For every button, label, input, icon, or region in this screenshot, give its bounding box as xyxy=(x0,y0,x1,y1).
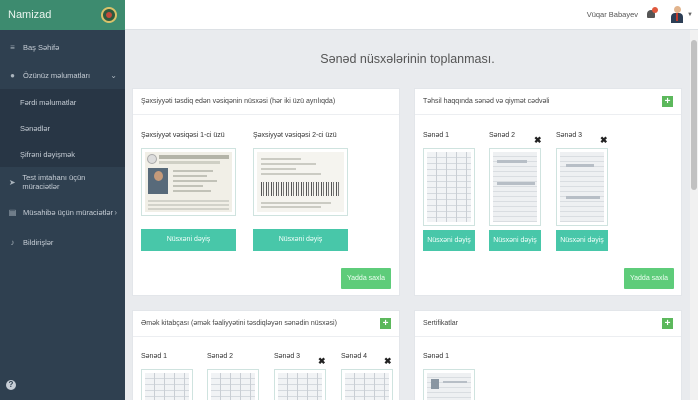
scrollbar-thumb[interactable] xyxy=(691,40,697,190)
help-icon[interactable]: ? xyxy=(6,380,16,390)
page-scrollbar[interactable] xyxy=(690,30,698,400)
change-document-button[interactable]: Nüsxəni dəyiş xyxy=(556,230,608,251)
panel-title: Sertifikatlar xyxy=(415,311,681,337)
bars-icon: ≡ xyxy=(10,42,15,52)
caret-down-icon[interactable]: ▼ xyxy=(687,12,693,18)
id-front-thumbnail[interactable] xyxy=(141,148,236,216)
document-label: Sənəd 1 xyxy=(141,353,168,360)
labor-book-scan-image xyxy=(211,373,255,400)
user-name[interactable]: Vüqar Babayev xyxy=(587,10,638,19)
document-label: Sənəd 2 xyxy=(207,353,234,360)
add-document-button[interactable]: + xyxy=(380,318,391,329)
sidebar-header: Namizad xyxy=(0,0,125,30)
chevron-right-icon: › xyxy=(114,207,117,217)
change-document-button[interactable]: Nüsxəni dəyiş xyxy=(489,230,541,251)
sidebar-subitem-label: Şifrəni dəyişmək xyxy=(20,149,76,159)
sidebar-subitem-change-password[interactable]: Şifrəni dəyişmək xyxy=(0,141,125,167)
identity-document-panel: Şəxsiyyəti təsdiq edən vəsiqənin nüsxəsi… xyxy=(132,88,400,296)
change-id-back-button[interactable]: Nüsxəni dəyiş xyxy=(253,229,348,251)
remove-document-icon[interactable]: ✖ xyxy=(534,135,542,146)
sidebar-item-label: Özünüz məlumatları xyxy=(23,70,91,80)
document-label: Sənəd 4 xyxy=(341,353,368,360)
document-label: Sənəd 1 xyxy=(423,353,450,360)
sidebar-item-label: Müsahibə üçün müraciətlər xyxy=(23,207,114,217)
user-icon: ● xyxy=(10,70,15,80)
book-icon: ▤ xyxy=(8,207,17,217)
remove-document-icon[interactable]: ✖ xyxy=(318,356,326,367)
add-document-button[interactable]: + xyxy=(662,96,673,107)
add-document-button[interactable]: + xyxy=(662,318,673,329)
sidebar-item-label: Baş Səhifə xyxy=(23,42,60,52)
document-label: Sənəd 2 xyxy=(489,132,516,139)
id-card-country-text xyxy=(159,155,229,159)
paper-plane-icon: ➤ xyxy=(8,177,16,187)
save-education-button[interactable]: Yadda saxla xyxy=(624,268,674,289)
document-thumbnail[interactable] xyxy=(423,148,475,226)
sidebar-item-personal-info[interactable]: ● Özünüz məlumatları ⌄ xyxy=(0,61,125,89)
change-id-front-button[interactable]: Nüsxəni dəyiş xyxy=(141,229,236,251)
id-back-thumbnail[interactable] xyxy=(253,148,348,216)
labor-book-panel: Əmək kitabçası (əmək fəaliyyətini təsdiq… xyxy=(132,310,400,400)
avatar[interactable] xyxy=(670,6,684,23)
sidebar-item-interview-applications[interactable]: ▤ Müsahibə üçün müraciətlər › xyxy=(0,197,125,227)
sidebar-subitem-personal-data[interactable]: Fərdi məlumatlar xyxy=(0,89,125,115)
panel-title: Əmək kitabçası (əmək fəaliyyətini təsdiq… xyxy=(133,311,399,337)
sidebar-subitem-label: Sənədlər xyxy=(20,123,51,133)
certificates-panel: Sertifikatlar + Sənəd 1 xyxy=(414,310,682,400)
sidebar: Namizad ≡ Baş Səhifə ● Özünüz məlumatlar… xyxy=(0,0,125,400)
labor-book-scan-image xyxy=(278,373,322,400)
remove-document-icon[interactable]: ✖ xyxy=(600,135,608,146)
document-label: Sənəd 3 xyxy=(274,353,301,360)
sidebar-item-label: Bildirişlər xyxy=(23,237,54,247)
save-identity-button[interactable]: Yadda saxla xyxy=(341,268,391,289)
remove-document-icon[interactable]: ✖ xyxy=(384,356,392,367)
document-thumbnail[interactable] xyxy=(274,369,326,400)
sidebar-submenu: Fərdi məlumatlar Sənədlər Şifrəni dəyişm… xyxy=(0,89,125,167)
id-front-label: Şəxsiyyət vəsiqəsi 1-ci üzü xyxy=(141,132,225,139)
certificate-scan-image xyxy=(427,373,471,400)
id-card-back-image xyxy=(257,152,344,212)
sidebar-subitem-label: Fərdi məlumatlar xyxy=(20,97,77,107)
topbar: Vüqar Babayev ▼ xyxy=(125,0,698,30)
education-document-panel: Təhsil haqqında sənəd və qiymət cədvəli … xyxy=(414,88,682,296)
diploma-scan-image xyxy=(427,152,471,222)
brand-name: Namizad xyxy=(8,9,52,21)
document-thumbnail[interactable] xyxy=(489,148,541,226)
transcript-scan-image xyxy=(493,152,537,222)
document-thumbnail[interactable] xyxy=(207,369,259,400)
document-thumbnail[interactable] xyxy=(423,369,475,400)
transcript-scan-image xyxy=(560,152,604,222)
panel-title: Şəxsiyyəti təsdiq edən vəsiqənin nüsxəsi… xyxy=(133,89,399,115)
sidebar-subitem-documents[interactable]: Sənədlər xyxy=(0,115,125,141)
id-card-front-image xyxy=(145,152,232,212)
sidebar-item-label: Test imtahanı üçün müraciətlər xyxy=(22,173,86,191)
labor-book-scan-image xyxy=(145,373,189,400)
sidebar-item-notifications[interactable]: ♪ Bildirişlər xyxy=(0,227,125,257)
page-title: Sənəd nüsxələrinin toplanması. xyxy=(320,52,495,66)
sidebar-item-test-applications[interactable]: ➤ Test imtahanı üçün müraciətlər xyxy=(0,167,125,197)
panel-title: Təhsil haqqında sənəd və qiymət cədvəli xyxy=(415,89,681,115)
chevron-down-icon: ⌄ xyxy=(110,70,117,80)
change-document-button[interactable]: Nüsxəni dəyiş xyxy=(423,230,475,251)
document-thumbnail[interactable] xyxy=(141,369,193,400)
bell-icon: ♪ xyxy=(10,237,15,247)
id-back-label: Şəxsiyyət vəsiqəsi 2-ci üzü xyxy=(253,132,337,139)
document-thumbnail[interactable] xyxy=(556,148,608,226)
sidebar-item-home[interactable]: ≡ Baş Səhifə xyxy=(0,33,125,61)
document-label: Sənəd 1 xyxy=(423,132,450,139)
document-label: Sənəd 3 xyxy=(556,132,583,139)
labor-book-scan-image xyxy=(345,373,389,400)
state-emblem-icon xyxy=(101,7,117,23)
notification-bell-icon[interactable] xyxy=(646,7,658,20)
document-thumbnail[interactable] xyxy=(341,369,393,400)
